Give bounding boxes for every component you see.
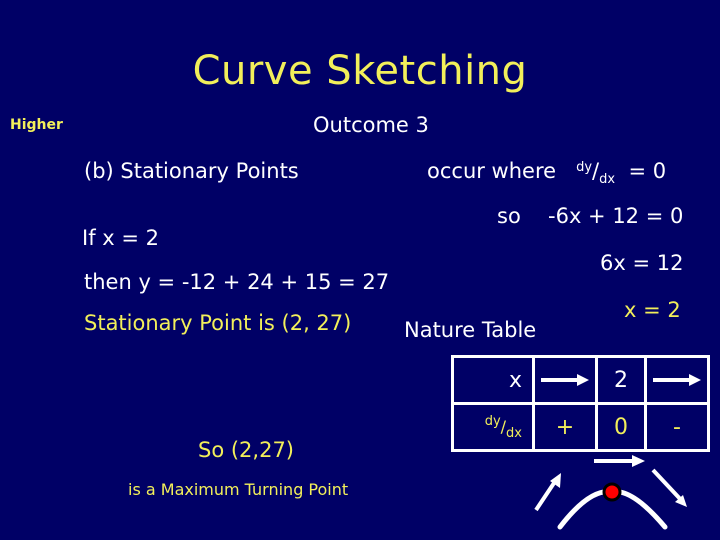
step2-equation: 6x = 12: [600, 251, 684, 275]
x-value: 2: [595, 355, 647, 405]
conclusion-point: So (2,27): [198, 438, 294, 462]
then-line: then y = -12 + 24 + 15 = 27: [84, 270, 390, 294]
section-heading: (b) Stationary Points: [84, 159, 299, 183]
if-line: If x = 2: [82, 226, 159, 250]
stationary-point-result: Stationary Point is (2, 27): [84, 311, 352, 335]
row-label-x: x: [451, 355, 535, 405]
arrow-right-icon: [532, 355, 598, 405]
maximum-curve: [557, 489, 668, 530]
sign-at-point: 0: [595, 402, 647, 452]
arrow-up-right-icon: [534, 473, 561, 512]
step1-equation: -6x + 12 = 0: [548, 204, 684, 228]
sign-after: -: [644, 402, 710, 452]
conclusion-nature: is a Maximum Turning Point: [128, 480, 349, 499]
outcome-label: Outcome 3: [313, 113, 429, 137]
level-label: Higher: [10, 117, 63, 133]
arrow-down-right-icon: [651, 468, 687, 507]
table-row-x: x 2: [451, 355, 710, 405]
page-title: Curve Sketching: [192, 48, 528, 94]
condition-suffix: = 0: [628, 159, 667, 183]
row-label-derivative: dy/dx: [451, 402, 535, 452]
arrow-right-icon: [644, 355, 710, 405]
arrow-right-icon: [594, 455, 645, 467]
nature-table-title: Nature Table: [404, 318, 537, 342]
derivative-denominator: dx: [599, 172, 616, 187]
table-derivative-numerator: dy: [484, 413, 501, 429]
derivative-numerator: dy: [576, 160, 593, 175]
turning-point-marker: [602, 482, 622, 502]
step1-prefix: so: [497, 204, 521, 228]
nature-table: x 2 dy/dx + 0 -: [451, 355, 710, 452]
table-row-derivative: dy/dx + 0 -: [451, 402, 710, 452]
step3-solution: x = 2: [624, 298, 681, 322]
table-derivative-denominator: dx: [506, 425, 522, 441]
stationary-condition: occur where dy/dx = 0: [427, 159, 667, 187]
condition-prefix: occur where: [427, 159, 557, 183]
sign-before: +: [532, 402, 598, 452]
